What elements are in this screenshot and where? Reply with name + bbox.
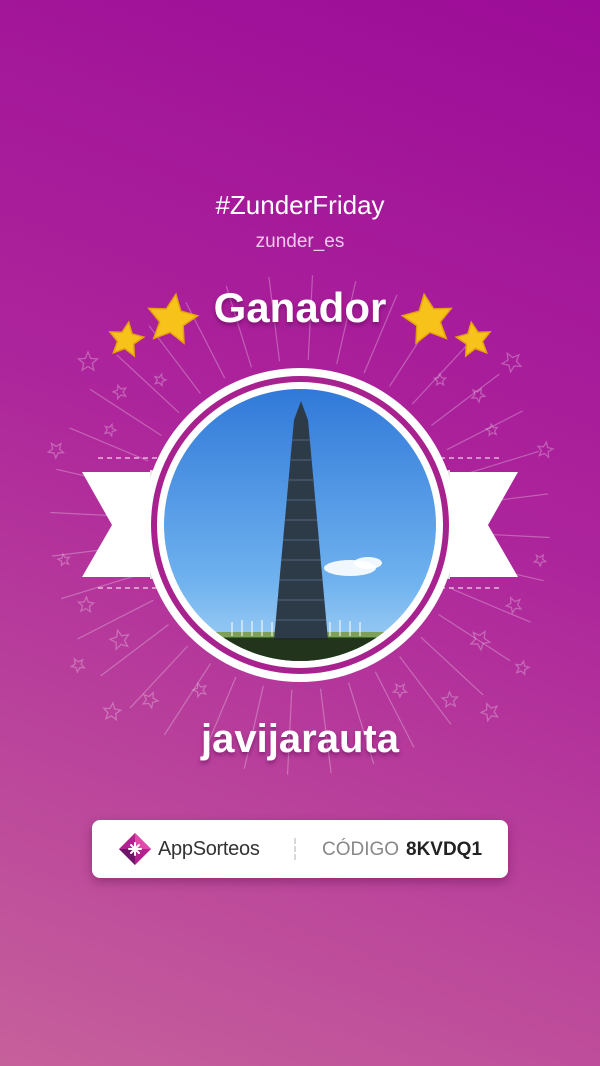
sunburst-ray [446, 410, 523, 451]
sunburst-ray [431, 373, 500, 426]
small-star-icon [514, 659, 531, 676]
appsorteos-logo: AppSorteos [118, 833, 260, 865]
small-star-icon [391, 682, 409, 699]
sunburst-ray [411, 341, 471, 405]
small-star-icon [153, 372, 168, 388]
small-star-icon [432, 372, 448, 387]
brand-name: AppSorteos [158, 838, 260, 861]
small-star-icon [504, 596, 523, 615]
small-star-icon [76, 350, 100, 372]
brand-prefix: App [158, 837, 193, 860]
small-star-icon [500, 351, 523, 374]
sunburst-ray [100, 624, 169, 677]
small-star-icon [111, 383, 128, 401]
brand-suffix: Sorteos [192, 837, 260, 860]
sunburst-ray [420, 636, 484, 696]
footer-card: AppSorteos CÓDIGO 8KVDQ1 [92, 820, 508, 878]
winner-username: javijarauta [201, 717, 399, 761]
code-label: CÓDIGO [322, 839, 400, 860]
appsorteos-icon [119, 833, 151, 865]
winner-screen: #ZunderFriday zunder_es Ganador javijara… [0, 0, 600, 1066]
winner-title: Ganador [213, 284, 387, 331]
small-star-icon [69, 657, 86, 674]
small-star-icon [76, 595, 96, 614]
giveaway-hashtag: #ZunderFriday [215, 190, 385, 220]
winner-badge-graphic [46, 275, 555, 775]
small-star-icon [440, 690, 459, 709]
account-handle: zunder_es [255, 231, 345, 252]
small-star-icon [108, 628, 130, 651]
small-star-icon [103, 422, 118, 438]
sunburst-ray [116, 354, 180, 414]
small-star-icon [141, 691, 160, 710]
small-star-icon [484, 422, 499, 437]
small-star-icon [469, 629, 492, 652]
sunburst-ray [60, 573, 143, 600]
code-value: 8KVDQ1 [406, 839, 483, 860]
small-star-icon [470, 387, 487, 404]
sunburst-ray [438, 613, 511, 662]
sunburst-ray [129, 645, 189, 709]
footer-divider [294, 838, 296, 860]
small-star-icon [532, 553, 548, 568]
sunburst-ray [399, 656, 452, 725]
small-star-icon [46, 442, 66, 460]
small-star-icon [56, 552, 71, 567]
small-star-icon [536, 440, 555, 459]
small-star-icon [191, 681, 208, 699]
